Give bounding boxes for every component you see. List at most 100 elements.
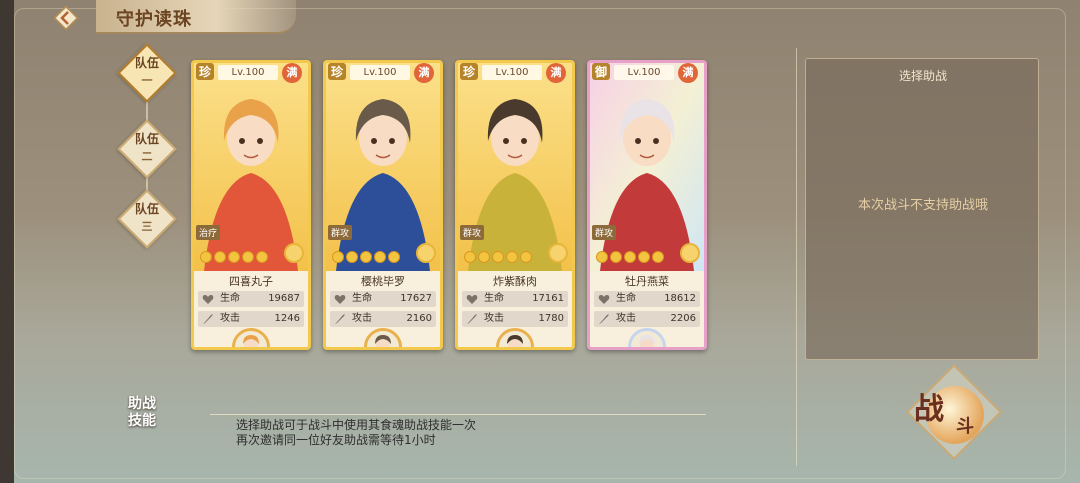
stat-hp: 生命 18612 bbox=[594, 291, 700, 307]
team-tab-number: 二 bbox=[141, 150, 153, 163]
heart-icon bbox=[334, 295, 346, 304]
fight-button[interactable]: 战 斗 bbox=[905, 363, 1003, 461]
star-icon bbox=[638, 251, 650, 263]
star-icon bbox=[360, 251, 372, 263]
left-edge bbox=[0, 0, 14, 483]
companion-icon bbox=[243, 335, 259, 347]
team-tab-2[interactable]: 队伍二 bbox=[117, 119, 177, 179]
star-icon bbox=[228, 251, 240, 263]
level-label: Lv.100 bbox=[350, 65, 410, 80]
flower-icon bbox=[680, 243, 700, 263]
back-button[interactable] bbox=[52, 4, 80, 32]
fight-label-sub: 斗 bbox=[956, 416, 974, 437]
role-tag: 群攻 bbox=[592, 225, 617, 240]
star-icon bbox=[374, 251, 386, 263]
stat-value: 17161 bbox=[532, 293, 564, 304]
star-icon bbox=[652, 251, 664, 263]
stat-attack: 攻击 2206 bbox=[594, 311, 700, 327]
character-card[interactable]: 御 Lv.100 满群攻 牡丹燕菜 生命 18612 攻击 2206 bbox=[587, 60, 707, 350]
assist-skill-description: 选择助战可于战斗中使用其食魂助战技能一次 再次邀请同一位好友助战需等待1小时 bbox=[236, 418, 476, 448]
stat-attack: 攻击 1780 bbox=[462, 311, 568, 327]
title-plate: 守护读珠 bbox=[96, 0, 296, 34]
rarity-badge: 珍 bbox=[196, 63, 215, 80]
character-name: 牡丹燕菜 bbox=[625, 275, 669, 288]
stat-key: 攻击 bbox=[352, 313, 372, 324]
companion-icon bbox=[639, 335, 655, 347]
companion-avatar[interactable] bbox=[232, 328, 270, 347]
companion-avatar[interactable] bbox=[496, 328, 534, 347]
flower-icon bbox=[284, 243, 304, 263]
companion-avatar[interactable] bbox=[364, 328, 402, 347]
flower-icon bbox=[416, 243, 436, 263]
character-card[interactable]: 珍 Lv.100 满治疗 四喜丸子 生命 19687 攻击 1246 bbox=[191, 60, 311, 350]
role-tag: 群攻 bbox=[460, 225, 485, 240]
stat-key: 攻击 bbox=[616, 313, 636, 324]
star-icon bbox=[242, 251, 254, 263]
character-name: 樱桃毕罗 bbox=[361, 275, 405, 288]
heart-icon bbox=[598, 295, 610, 304]
stat-key: 攻击 bbox=[220, 313, 240, 324]
character-name: 炸紫酥肉 bbox=[493, 275, 537, 288]
star-icon bbox=[200, 251, 212, 263]
star-rating bbox=[464, 251, 532, 263]
assist-panel-title: 选择助战 bbox=[898, 69, 947, 83]
star-icon bbox=[256, 251, 268, 263]
star-rating bbox=[200, 251, 268, 263]
page-title: 守护读珠 bbox=[116, 9, 192, 30]
star-icon bbox=[596, 251, 608, 263]
companion-avatar[interactable] bbox=[628, 328, 666, 347]
character-name: 四喜丸子 bbox=[229, 275, 273, 288]
stat-key: 生命 bbox=[616, 293, 636, 304]
team-tab-3[interactable]: 队伍三 bbox=[117, 189, 177, 249]
fight-label: 战 bbox=[914, 392, 946, 427]
flower-icon bbox=[548, 243, 568, 263]
star-icon bbox=[506, 251, 518, 263]
heart-icon bbox=[202, 295, 214, 304]
sword-icon bbox=[599, 314, 609, 324]
skill-desc-line1: 选择助战可于战斗中使用其食魂助战技能一次 bbox=[236, 418, 477, 432]
skill-desc-line2: 再次邀请同一位好友助战需等待1小时 bbox=[236, 433, 436, 447]
rarity-badge: 御 bbox=[592, 63, 611, 80]
stat-key: 生命 bbox=[220, 293, 240, 304]
character-card[interactable]: 珍 Lv.100 满群攻 炸紫酥肉 生命 17161 攻击 1780 bbox=[455, 60, 575, 350]
star-icon bbox=[520, 251, 532, 263]
skill-label-line1: 助战 bbox=[128, 396, 156, 412]
stat-value: 1780 bbox=[538, 313, 564, 324]
stat-key: 攻击 bbox=[484, 313, 504, 324]
star-icon bbox=[346, 251, 358, 263]
max-badge: 满 bbox=[414, 63, 434, 83]
team-tab-number: 三 bbox=[141, 220, 153, 233]
assist-panel-message: 本次战斗不支持助战哦 bbox=[857, 198, 988, 213]
companion-icon bbox=[375, 335, 391, 347]
star-icon bbox=[478, 251, 490, 263]
skill-label-line2: 技能 bbox=[128, 413, 156, 429]
stat-key: 生命 bbox=[484, 293, 504, 304]
rarity-badge: 珍 bbox=[328, 63, 347, 80]
sword-icon bbox=[203, 314, 213, 324]
level-label: Lv.100 bbox=[614, 65, 674, 80]
assist-panel[interactable]: 选择助战 本次战斗不支持助战哦 bbox=[805, 58, 1039, 360]
header: 守护读珠 bbox=[14, 0, 314, 38]
stat-attack: 攻击 2160 bbox=[330, 311, 436, 327]
star-icon bbox=[214, 251, 226, 263]
character-card[interactable]: 珍 Lv.100 满群攻樱桃毕罗生命 17627 攻击 2160 bbox=[323, 60, 443, 350]
team-tab-number: 一 bbox=[141, 74, 153, 87]
star-icon bbox=[388, 251, 400, 263]
team-tab-1[interactable]: 队伍一 bbox=[117, 43, 177, 103]
star-rating bbox=[332, 251, 400, 263]
stat-value: 2160 bbox=[406, 313, 432, 324]
companion-icon bbox=[507, 335, 523, 347]
role-tag: 治疗 bbox=[196, 225, 221, 240]
stat-hp: 生命 17627 bbox=[330, 291, 436, 307]
back-arrow-icon bbox=[53, 5, 79, 31]
assist-skill-label: 助战 技能 bbox=[128, 396, 156, 430]
star-icon bbox=[464, 251, 476, 263]
role-tag: 群攻 bbox=[328, 225, 353, 240]
stat-value: 1246 bbox=[274, 313, 300, 324]
max-badge: 满 bbox=[282, 63, 302, 83]
stat-value: 18612 bbox=[664, 293, 696, 304]
stat-hp: 生命 19687 bbox=[198, 291, 304, 307]
team-tab-label: 队伍 bbox=[134, 56, 159, 70]
stat-value: 19687 bbox=[268, 293, 300, 304]
rarity-badge: 珍 bbox=[460, 63, 479, 80]
